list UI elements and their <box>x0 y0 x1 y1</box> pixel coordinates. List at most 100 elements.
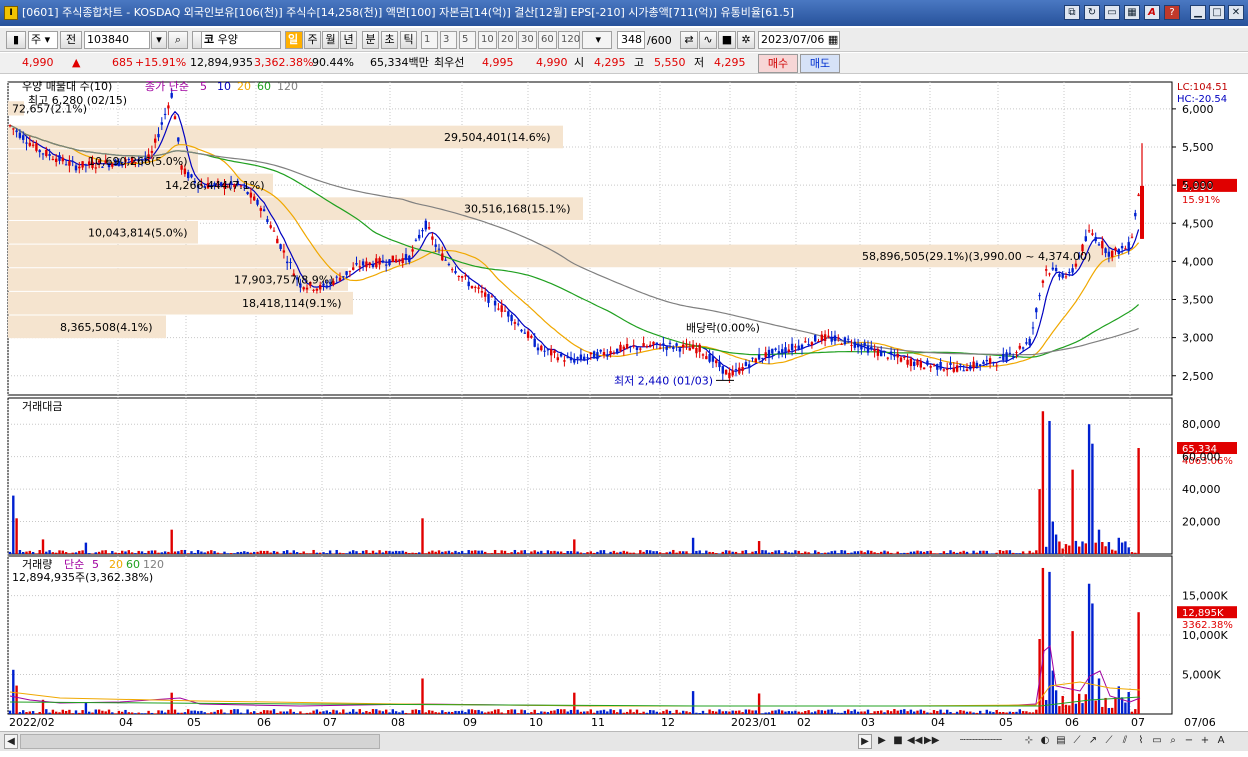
interval-custom-select[interactable]: ▾ <box>582 31 612 49</box>
zoom-in-icon[interactable]: + <box>1198 734 1212 749</box>
link-icon[interactable]: ⧉ <box>1064 5 1080 20</box>
interval-30[interactable]: 30 <box>518 31 537 49</box>
save-icon[interactable]: ■ <box>718 31 736 49</box>
volume-bar <box>955 711 959 714</box>
step-forward-icon[interactable]: ▶▶ <box>924 734 939 749</box>
x-axis-label: 02 <box>797 716 811 729</box>
amount-bar <box>352 550 355 554</box>
amount-bar <box>652 551 655 554</box>
font-icon[interactable]: A <box>1144 5 1160 20</box>
close-icon[interactable]: ✕ <box>1228 5 1244 20</box>
text-icon[interactable]: A <box>1214 734 1228 749</box>
ma-legend-period: 20 <box>237 80 251 93</box>
amount-bar <box>177 551 180 554</box>
interval-20[interactable]: 20 <box>498 31 517 49</box>
amount-bar <box>1031 552 1035 554</box>
period-month-tab[interactable]: 월 <box>322 31 339 49</box>
play-icon[interactable]: ▶ <box>875 734 889 749</box>
market-select[interactable]: 주 ▾ <box>28 31 58 49</box>
settings-icon[interactable]: ✲ <box>737 31 755 49</box>
volume-bar <box>936 711 939 714</box>
amount-bar <box>678 551 682 554</box>
search-icon[interactable]: ⌕ <box>168 31 188 49</box>
amount-bar <box>64 552 68 554</box>
volume-profile-label: 18,418,114(9.1%) <box>242 297 342 310</box>
stop-icon[interactable]: ■ <box>891 734 905 749</box>
refresh-icon[interactable]: ↻ <box>1084 5 1100 20</box>
chart-area[interactable]: 72,657(2.1%) 29,504,401(14.6%) 10,690,266(… <box>0 76 1248 730</box>
amount-bar <box>394 550 398 554</box>
erase-icon[interactable]: ▭ <box>1150 734 1164 749</box>
compare-icon[interactable]: ⇄ <box>680 31 698 49</box>
count-input[interactable]: 348 <box>617 31 645 49</box>
channel-icon[interactable]: ⫽ <box>1118 734 1132 749</box>
candle-body <box>685 344 688 346</box>
volume-bar <box>1064 704 1068 714</box>
indicator-icon[interactable]: ∿ <box>699 31 717 49</box>
code-input[interactable]: 103840 <box>84 31 150 49</box>
volume-profile-label: 58,896,505(29.1%)(3,990.00 ~ 4,374.00) <box>862 250 1091 263</box>
interval-10[interactable]: 10 <box>478 31 497 49</box>
candle-body <box>876 349 880 356</box>
grid-icon[interactable]: ▦ <box>1124 5 1140 20</box>
interval-5[interactable]: 5 <box>459 31 476 49</box>
period-week-tab[interactable]: 주 <box>304 31 321 49</box>
stock-name-field[interactable]: 코 우양 <box>201 31 281 49</box>
code-dropdown-icon[interactable]: ▾ <box>151 31 167 49</box>
crosshair-icon[interactable]: ⊹ <box>1022 734 1036 749</box>
interval-3[interactable]: 3 <box>440 31 457 49</box>
interval-120[interactable]: 120 <box>558 31 580 49</box>
maximize-icon[interactable]: □ <box>1209 5 1225 20</box>
period-day-tab[interactable]: 일 <box>285 31 303 49</box>
amount-bar <box>546 550 550 554</box>
amount-bar <box>724 550 728 554</box>
volume-bar <box>408 713 411 714</box>
shape-icon[interactable]: ⌇ <box>1134 734 1148 749</box>
zoom-search-icon[interactable]: ⌕ <box>1166 734 1180 749</box>
period-tick-tab[interactable]: 틱 <box>400 31 417 49</box>
draw-icon[interactable]: ▤ <box>1054 734 1068 749</box>
chart-style-icon[interactable]: ◐ <box>1038 734 1052 749</box>
minimize-icon[interactable]: ▁ <box>1190 5 1206 20</box>
scroll-right-icon[interactable]: ▶ <box>858 734 872 749</box>
ma-legend-label: 종가 단순 <box>145 80 189 93</box>
volume-bar <box>619 709 622 714</box>
step-back-icon[interactable]: ◀◀ <box>907 734 922 749</box>
zoom-slider[interactable]: ┄┄┄┄┄┄┄ <box>944 734 1018 749</box>
calendar-icon[interactable]: ▦ <box>828 33 838 46</box>
candle-body <box>51 158 55 160</box>
volume-bar <box>952 713 955 714</box>
zoom-out-icon[interactable]: − <box>1182 734 1196 749</box>
candle-body <box>183 168 187 175</box>
scroll-thumb[interactable] <box>20 734 380 749</box>
amount-tick-label: 20,000 <box>1182 516 1221 529</box>
candle-body <box>45 150 48 156</box>
help-icon[interactable]: ? <box>1164 5 1180 20</box>
prev-button[interactable]: 전 <box>60 31 82 49</box>
volume-bar <box>678 712 682 714</box>
period-year-tab[interactable]: 년 <box>340 31 357 49</box>
interval-1[interactable]: 1 <box>421 31 438 49</box>
popup-icon[interactable]: ▭ <box>1104 5 1120 20</box>
fib-icon[interactable]: ⟋ <box>1102 734 1116 749</box>
period-minute-tab[interactable]: 분 <box>362 31 379 49</box>
sell-button[interactable]: 매도 <box>800 54 840 73</box>
date-input[interactable]: 2023/07/06 ▦ <box>758 31 840 49</box>
arrow-icon[interactable]: ↗ <box>1086 734 1100 749</box>
period-second-tab[interactable]: 초 <box>381 31 398 49</box>
current-price: 4,990 <box>22 56 54 69</box>
candle-body <box>883 351 886 353</box>
buy-button[interactable]: 매수 <box>758 54 798 73</box>
stock-chart-svg[interactable]: 72,657(2.1%)29,504,401(14.6%)10,690,266(… <box>0 76 1248 730</box>
volume-bar <box>546 712 550 714</box>
chart-type-icon[interactable]: ▮ <box>6 31 26 49</box>
amount-tick-label: 80,000 <box>1182 418 1221 431</box>
scroll-left-icon[interactable]: ◀ <box>4 734 18 749</box>
interval-60[interactable]: 60 <box>538 31 557 49</box>
amount-bar <box>427 551 431 554</box>
volume-bar <box>1124 702 1127 714</box>
line-icon[interactable]: ⟋ <box>1070 734 1084 749</box>
volume-bar <box>1012 712 1015 714</box>
candle-body <box>724 369 728 375</box>
chart-scrollbar[interactable]: ◀ ▶ ▶ ■ ◀◀ ▶▶ ┄┄┄┄┄┄┄ ⊹ ◐ ▤ ⟋ ↗ ⟋ ⫽ ⌇ ▭ … <box>0 731 1248 751</box>
